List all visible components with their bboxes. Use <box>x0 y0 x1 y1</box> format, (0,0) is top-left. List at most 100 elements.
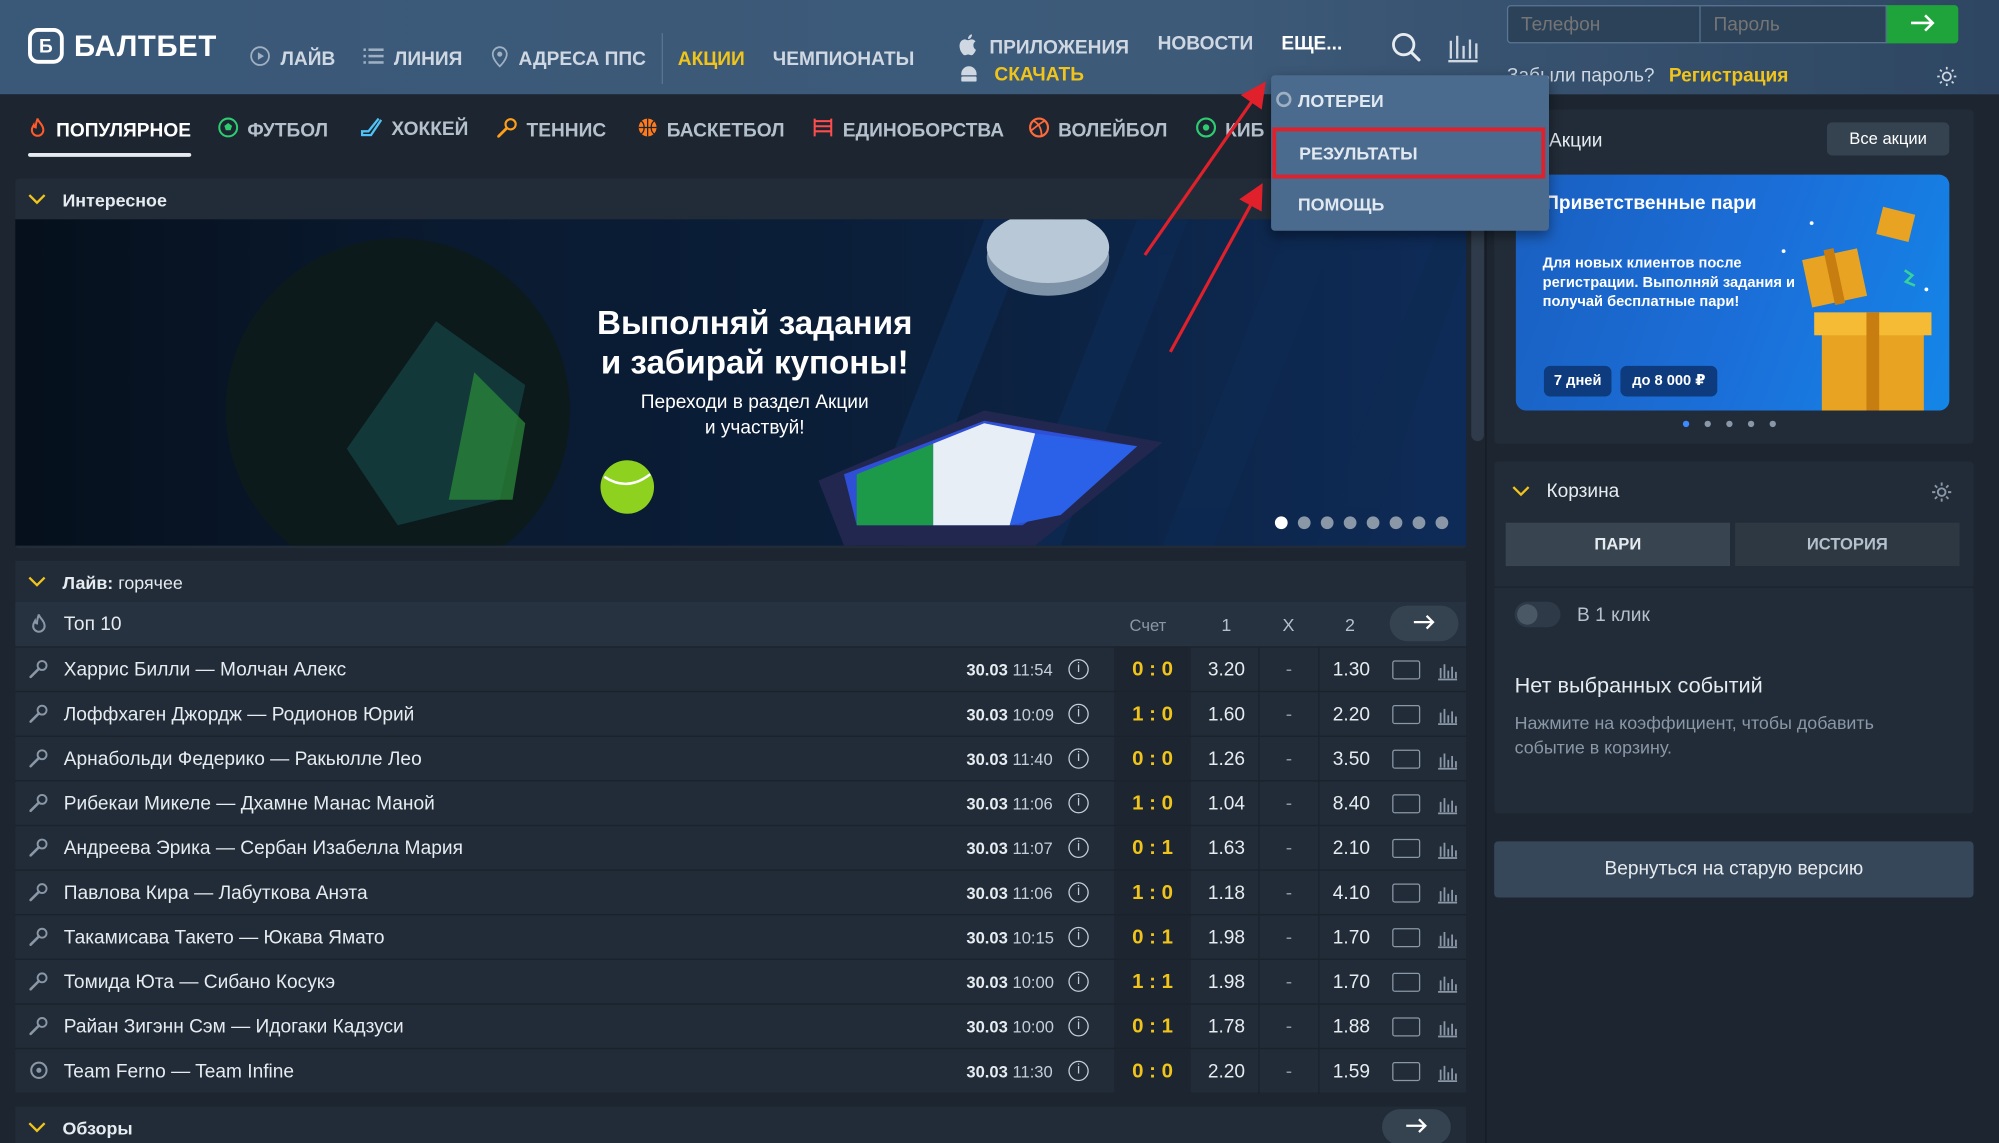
info-icon[interactable]: i <box>1068 748 1089 769</box>
tab-history[interactable]: ИСТОРИЯ <box>1735 522 1960 567</box>
info-icon[interactable]: i <box>1068 1060 1089 1082</box>
banner-dot[interactable] <box>1366 516 1380 530</box>
field-icon[interactable] <box>1392 883 1421 903</box>
tab-martial-arts[interactable]: ЕДИНОБОРСТВА <box>812 117 1004 142</box>
odd-2[interactable]: 3.50 <box>1321 737 1382 782</box>
table-row[interactable]: Арнабольди Федерико — Ракьюлле Лео 30.03 … <box>15 735 1467 782</box>
banner-dot[interactable] <box>1412 516 1426 530</box>
search-icon[interactable] <box>1390 31 1423 64</box>
tab-popular[interactable]: ПОПУЛЯРНОЕ <box>28 117 191 144</box>
promo-dot[interactable] <box>1769 420 1776 428</box>
field-icon[interactable] <box>1392 972 1421 992</box>
statistics-icon[interactable] <box>1437 839 1458 859</box>
odd-2[interactable]: 1.59 <box>1321 1049 1382 1094</box>
logo[interactable]: Б БАЛТБЕТ <box>28 28 217 64</box>
chevron-down-icon[interactable] <box>28 194 46 205</box>
odd-x[interactable]: - <box>1258 870 1320 916</box>
odd-x[interactable]: - <box>1258 826 1320 871</box>
one-click-toggle[interactable] <box>1514 601 1561 628</box>
odd-1[interactable]: 1.60 <box>1196 692 1257 737</box>
promo-dot[interactable] <box>1704 420 1711 428</box>
nav-news[interactable]: НОВОСТИ <box>1158 33 1254 55</box>
odd-2[interactable]: 8.40 <box>1321 782 1382 827</box>
nav-championships[interactable]: ЧЕМПИОНАТЫ <box>773 48 915 70</box>
match-name[interactable]: Арнабольди Федерико — Ракьюлле Лео <box>64 748 422 770</box>
table-row[interactable]: Андреева Эрика — Сербан Изабелла Мария 30… <box>15 824 1467 871</box>
info-icon[interactable]: i <box>1068 792 1089 814</box>
statistics-icon[interactable] <box>1437 1017 1458 1038</box>
field-icon[interactable] <box>1392 749 1421 769</box>
match-name[interactable]: Андреева Эрика — Сербан Изабелла Мария <box>64 838 463 860</box>
match-name[interactable]: Харрис Билли — Молчан Алекс <box>64 659 346 681</box>
odd-2[interactable]: 1.30 <box>1321 648 1382 693</box>
odd-2[interactable]: 2.20 <box>1321 692 1382 737</box>
odd-x[interactable]: - <box>1258 915 1320 960</box>
match-name[interactable]: Team Ferno — Team Infine <box>64 1061 294 1083</box>
odd-2[interactable]: 1.70 <box>1321 960 1382 1005</box>
menu-item-results[interactable]: РЕЗУЛЬТАТЫ <box>1272 127 1546 179</box>
statistics-icon[interactable] <box>1446 31 1479 64</box>
nav-live[interactable]: ЛАЙВ <box>250 46 335 71</box>
statistics-icon[interactable] <box>1437 794 1458 815</box>
table-row[interactable]: Павлова Кира — Лабуткова Анэта 30.03 11:0… <box>15 869 1467 916</box>
odd-1[interactable]: 1.63 <box>1196 826 1257 871</box>
field-icon[interactable] <box>1392 794 1421 814</box>
all-promo-button[interactable]: Все акции <box>1826 122 1950 156</box>
table-row[interactable]: Такамисава Такето — Юкава Ямато 30.03 10:… <box>15 914 1467 960</box>
statistics-icon[interactable] <box>1437 750 1458 770</box>
statistics-icon[interactable] <box>1437 705 1458 726</box>
statistics-icon[interactable] <box>1437 1062 1458 1083</box>
odd-2[interactable]: 1.70 <box>1321 915 1382 960</box>
banner-dot[interactable] <box>1274 516 1288 530</box>
promo-dot[interactable] <box>1726 420 1733 428</box>
banner-dot[interactable] <box>1389 516 1403 530</box>
odd-1[interactable]: 1.18 <box>1196 871 1257 916</box>
odd-1[interactable]: 3.20 <box>1196 648 1257 693</box>
info-icon[interactable]: i <box>1068 703 1089 725</box>
tab-tennis[interactable]: ТЕННИС <box>497 117 606 142</box>
field-icon[interactable] <box>1392 838 1421 859</box>
odd-1[interactable]: 1.78 <box>1196 1005 1257 1050</box>
match-name[interactable]: Лоффхаген Джордж — Родионов Юрий <box>64 704 415 726</box>
theme-toggle-icon[interactable] <box>1937 66 1957 93</box>
info-icon[interactable]: i <box>1068 837 1089 859</box>
gear-icon[interactable] <box>1930 481 1953 510</box>
statistics-icon[interactable] <box>1437 928 1458 949</box>
nav-more[interactable]: ЕЩЕ... <box>1281 33 1342 55</box>
banner-dot[interactable] <box>1297 516 1311 530</box>
table-row[interactable]: Харрис Билли — Молчан Алекс 30.03 11:54 i 0… <box>15 646 1467 693</box>
tab-football[interactable]: ФУТБОЛ <box>218 117 328 142</box>
odd-x[interactable]: - <box>1258 647 1320 693</box>
promo-dot[interactable] <box>1747 420 1755 428</box>
odd-x[interactable]: - <box>1258 1049 1320 1094</box>
odd-x[interactable]: - <box>1258 1004 1320 1050</box>
odd-x[interactable]: - <box>1258 781 1320 827</box>
menu-item-lotteries[interactable]: ЛОТЕРЕИ <box>1271 75 1549 126</box>
chevron-down-icon[interactable] <box>1512 486 1530 497</box>
chevron-down-icon[interactable] <box>28 1122 46 1133</box>
odd-x[interactable]: - <box>1258 959 1320 1005</box>
odd-1[interactable]: 1.04 <box>1196 782 1257 827</box>
chevron-down-icon[interactable] <box>28 576 46 587</box>
apps-download-link[interactable]: СКАЧАТЬ <box>994 64 1084 86</box>
register-link[interactable]: Регистрация <box>1669 65 1789 87</box>
info-icon[interactable]: i <box>1068 659 1089 680</box>
login-button[interactable] <box>1886 5 1959 44</box>
promo-dot[interactable] <box>1682 420 1690 428</box>
odd-1[interactable]: 1.98 <box>1196 960 1257 1005</box>
table-row[interactable]: Лоффхаген Джордж — Родионов Юрий 30.03 10… <box>15 690 1467 737</box>
tab-bets[interactable]: ПАРИ <box>1505 522 1731 567</box>
phone-input[interactable] <box>1506 5 1701 44</box>
table-row[interactable]: Team Ferno — Team Infine 30.03 11:30 i 0 : … <box>15 1047 1467 1094</box>
field-icon[interactable] <box>1392 1017 1421 1037</box>
nav-promo[interactable]: АКЦИИ <box>678 48 745 70</box>
info-icon[interactable]: i <box>1068 926 1089 948</box>
statistics-icon[interactable] <box>1437 884 1458 904</box>
info-icon[interactable]: i <box>1068 882 1089 903</box>
odd-1[interactable]: 1.26 <box>1196 737 1257 782</box>
tab-hockey[interactable]: ХОККЕЙ <box>360 117 468 141</box>
old-version-button[interactable]: Вернуться на старую версию <box>1494 841 1974 898</box>
field-icon[interactable] <box>1392 705 1421 725</box>
nav-apps[interactable]: ПРИЛОЖЕНИЯ СКАЧАТЬ <box>959 33 1129 85</box>
match-name[interactable]: Томида Юта — Сибано Косукэ <box>64 971 335 993</box>
